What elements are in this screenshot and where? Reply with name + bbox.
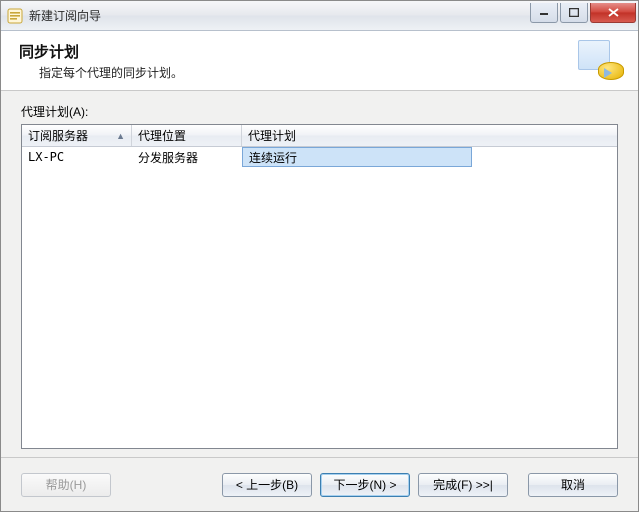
grid-header: 订阅服务器 ▲ 代理位置 代理计划 xyxy=(22,125,617,147)
column-header-location[interactable]: 代理位置 xyxy=(132,125,242,146)
agent-plan-grid[interactable]: 订阅服务器 ▲ 代理位置 代理计划 LX-PC 分发服务器 连续运行 xyxy=(21,124,618,449)
cell-location: 分发服务器 xyxy=(132,147,242,167)
finish-button[interactable]: 完成(F) >>| xyxy=(418,473,508,497)
page-description: 指定每个代理的同步计划。 xyxy=(19,64,578,81)
wizard-footer: 帮助(H) < 上一步(B) 下一步(N) > 完成(F) >>| 取消 xyxy=(1,457,638,511)
next-button[interactable]: 下一步(N) > xyxy=(320,473,410,497)
back-button[interactable]: < 上一步(B) xyxy=(222,473,312,497)
sort-asc-icon: ▲ xyxy=(116,131,125,141)
wizard-graphic-icon xyxy=(578,40,624,82)
column-header-plan[interactable]: 代理计划 xyxy=(242,125,617,146)
window-title: 新建订阅向导 xyxy=(29,7,530,24)
column-header-subscriber[interactable]: 订阅服务器 ▲ xyxy=(22,125,132,146)
titlebar[interactable]: 新建订阅向导 xyxy=(1,1,638,31)
cell-subscriber: LX-PC xyxy=(22,147,132,167)
page-title: 同步计划 xyxy=(19,41,578,62)
close-button[interactable] xyxy=(590,3,636,23)
column-label: 代理计划 xyxy=(248,127,296,144)
maximize-button[interactable] xyxy=(560,3,588,23)
wizard-header: 同步计划 指定每个代理的同步计划。 xyxy=(1,31,638,91)
agent-plan-label: 代理计划(A): xyxy=(21,103,618,120)
content-area: 代理计划(A): 订阅服务器 ▲ 代理位置 代理计划 LX-PC 分发服务器 连 xyxy=(1,91,638,457)
wizard-window: 新建订阅向导 同步计划 指定每个代理的同步计划。 xyxy=(0,0,639,512)
minimize-button[interactable] xyxy=(530,3,558,23)
grid-body: LX-PC 分发服务器 连续运行 xyxy=(22,147,617,448)
table-row[interactable]: LX-PC 分发服务器 连续运行 xyxy=(22,147,617,167)
cell-plan-selected[interactable]: 连续运行 xyxy=(242,147,472,167)
window-controls xyxy=(530,3,636,23)
help-button: 帮助(H) xyxy=(21,473,111,497)
cancel-button[interactable]: 取消 xyxy=(528,473,618,497)
app-icon xyxy=(7,8,23,24)
column-label: 代理位置 xyxy=(138,127,186,144)
column-label: 订阅服务器 xyxy=(28,127,88,144)
